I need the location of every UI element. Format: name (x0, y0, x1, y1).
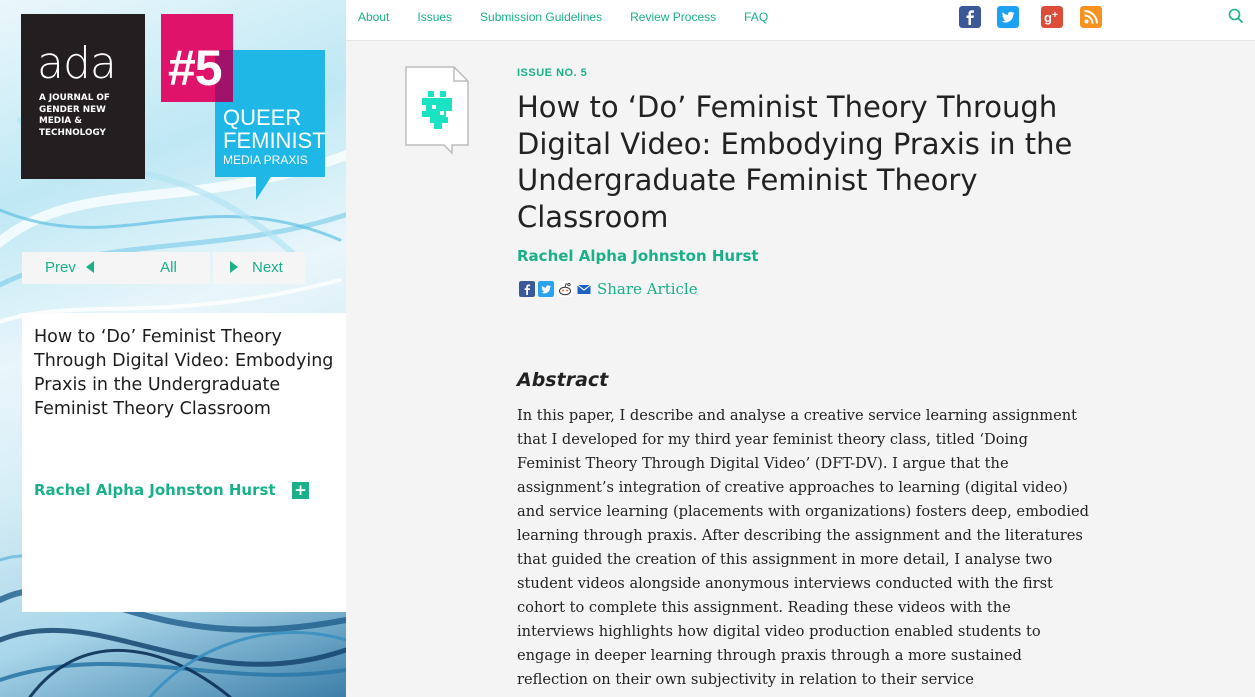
share-email-icon[interactable] (576, 281, 592, 297)
main-menu: About Issues Submission Guidelines Revie… (346, 0, 784, 34)
svg-text:g: g (1044, 10, 1052, 25)
article-title: How to ‘Do’ Feminist Theory Through Digi… (517, 90, 1073, 234)
abstract-heading: Abstract (517, 369, 609, 391)
prev-label: Prev (45, 259, 76, 276)
facebook-icon[interactable] (959, 6, 981, 28)
issue-theme: QUEER FEMINIST MEDIA PRAXIS (223, 105, 326, 167)
share-bar: Share Article (519, 280, 698, 298)
article-main: ISSUE NO. 5 How to ‘Do’ Feminist Theory … (346, 41, 1255, 697)
google-plus-icon[interactable]: g + (1041, 6, 1063, 28)
svg-text:+: + (1052, 10, 1058, 21)
article-author[interactable]: Rachel Alpha Johnston Hurst (517, 247, 759, 265)
sidebar-article-card: How to ‘Do’ Feminist Theory Through Digi… (22, 313, 346, 612)
next-button[interactable]: Next (213, 252, 305, 284)
abstract-text: In this paper, I describe and analyse a … (517, 407, 1090, 688)
search-icon[interactable] (1228, 8, 1244, 24)
nav-submission-guidelines[interactable]: Submission Guidelines (480, 0, 602, 34)
logo-tagline: A Journal of Gender New Media & Technolo… (39, 93, 110, 138)
arrow-right-icon (230, 261, 238, 273)
issue-theme-line2: FEMINIST (223, 128, 326, 153)
sidebar-article-title: How to ‘Do’ Feminist Theory Through Digi… (34, 327, 334, 419)
top-navigation: About Issues Submission Guidelines Revie… (346, 0, 1255, 41)
share-facebook-icon[interactable] (519, 281, 535, 297)
rss-icon[interactable] (1080, 6, 1102, 28)
issue-label[interactable]: ISSUE NO. 5 (517, 67, 587, 79)
share-twitter-icon[interactable] (538, 281, 554, 297)
arrow-left-icon (85, 261, 94, 273)
nav-about[interactable]: About (358, 0, 389, 34)
share-article-link[interactable]: Share Article (597, 280, 698, 298)
next-label: Next (252, 259, 283, 276)
issue-theme-line1: QUEER (223, 105, 302, 130)
nav-issues[interactable]: Issues (417, 0, 452, 34)
logo-wordmark: ada (37, 38, 117, 89)
all-label: All (160, 259, 177, 276)
sidebar-author[interactable]: Rachel Alpha Johnston Hurst (34, 481, 276, 499)
expand-author-button[interactable]: + (292, 482, 309, 499)
share-reddit-icon[interactable] (557, 281, 573, 297)
article-document-icon (405, 66, 469, 155)
ada-logo[interactable]: ada A Journal of Gender New Media & Tech… (21, 14, 145, 179)
nav-faq[interactable]: FAQ (744, 0, 768, 34)
sidebar: ada A Journal of Gender New Media & Tech… (0, 0, 346, 697)
nav-review-process[interactable]: Review Process (630, 0, 716, 34)
issue-number: #5 (168, 40, 223, 96)
issue-theme-line3: MEDIA PRAXIS (223, 153, 308, 167)
prev-button[interactable]: Prev (22, 252, 130, 284)
all-button[interactable]: All (127, 252, 210, 284)
twitter-icon[interactable] (997, 6, 1019, 28)
